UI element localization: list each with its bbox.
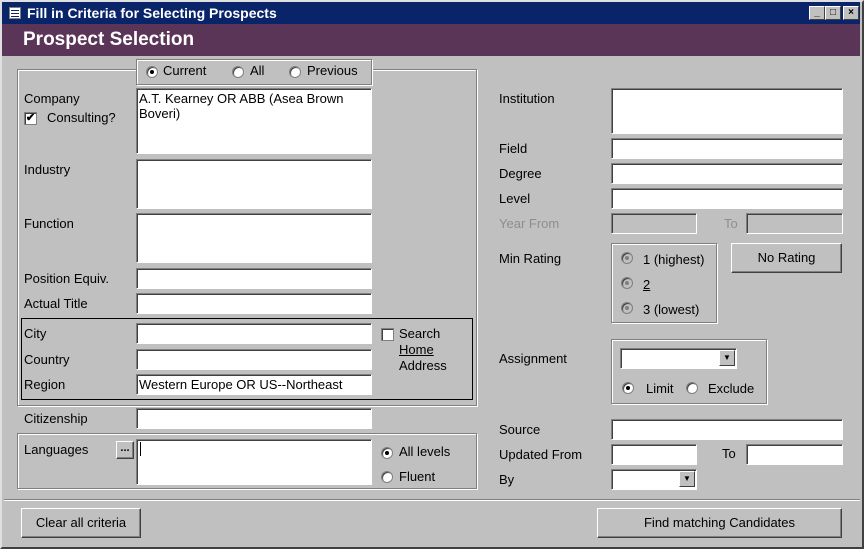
scope-all-radio[interactable] <box>232 66 244 78</box>
search-home-label-1: Search <box>399 326 441 341</box>
search-home-label-2: Home <box>399 342 434 357</box>
city-label: City <box>24 326 47 341</box>
updated-from-label: Updated From <box>499 447 583 462</box>
all-levels-label: All levels <box>399 444 451 459</box>
rating-3-label: 3 (lowest) <box>643 302 700 317</box>
company-label: Company <box>24 91 80 106</box>
min-rating-label: Min Rating <box>499 251 562 266</box>
actual-title-field[interactable] <box>136 293 372 314</box>
function-field[interactable] <box>136 213 372 263</box>
search-home-label-3: Address <box>399 358 447 373</box>
updated-to-label: To <box>722 446 736 461</box>
position-equiv-label: Position Equiv. <box>24 271 110 286</box>
rating-2-label: 2 <box>643 277 651 292</box>
by-dropdown-arrow-icon[interactable]: ▼ <box>679 471 695 487</box>
institution-label: Institution <box>499 91 555 106</box>
field-input[interactable] <box>611 138 843 159</box>
updated-from-field[interactable] <box>611 444 697 465</box>
citizenship-field[interactable] <box>136 408 372 429</box>
scope-current-radio[interactable] <box>146 66 158 78</box>
region-field[interactable]: Western Europe OR US--Northeast <box>136 374 372 395</box>
country-field[interactable] <box>136 349 372 370</box>
scope-previous-label: Previous <box>307 63 358 78</box>
languages-label: Languages <box>24 442 89 457</box>
limit-radio[interactable] <box>622 382 634 394</box>
country-label: Country <box>24 352 70 367</box>
title-bar: Fill in Criteria for Selecting Prospects <box>2 2 860 24</box>
industry-field[interactable] <box>136 159 372 209</box>
close-button[interactable]: × <box>843 6 859 20</box>
scope-previous-radio[interactable] <box>289 66 301 78</box>
year-from-field <box>611 213 697 234</box>
languages-picker-button[interactable]: ... <box>116 441 134 459</box>
restore-button[interactable]: □ <box>825 6 841 20</box>
scope-all-label: All <box>250 63 265 78</box>
no-rating-button[interactable]: No Rating <box>731 243 842 273</box>
year-to-field <box>746 213 843 234</box>
assignment-dropdown-arrow-icon[interactable]: ▼ <box>719 350 735 366</box>
consulting-checkbox[interactable]: ✔ <box>24 112 37 125</box>
rating-3-radio[interactable] <box>621 302 633 314</box>
clear-all-criteria-button[interactable]: Clear all criteria <box>21 508 141 538</box>
exclude-label: Exclude <box>708 381 755 396</box>
source-field[interactable] <box>611 419 843 440</box>
all-levels-radio[interactable] <box>381 447 393 459</box>
rating-2-radio[interactable] <box>621 277 633 289</box>
assignment-label: Assignment <box>499 351 567 366</box>
level-field[interactable] <box>611 188 843 209</box>
actual-title-label: Actual Title <box>24 296 88 311</box>
search-home-checkbox[interactable] <box>381 328 394 341</box>
fluent-label: Fluent <box>399 469 436 484</box>
industry-label: Industry <box>24 162 71 177</box>
fluent-radio[interactable] <box>381 471 393 483</box>
updated-to-field[interactable] <box>746 444 843 465</box>
degree-field[interactable] <box>611 163 843 184</box>
languages-field[interactable] <box>136 439 372 485</box>
institution-field[interactable] <box>611 88 843 134</box>
rating-1-radio[interactable] <box>621 252 633 264</box>
year-from-label: Year From <box>499 216 560 231</box>
citizenship-label: Citizenship <box>24 411 88 426</box>
field-label: Field <box>499 141 528 156</box>
exclude-radio[interactable] <box>686 382 698 394</box>
company-field[interactable]: A.T. Kearney OR ABB (Asea Brown Boveri) <box>136 88 372 154</box>
region-label: Region <box>24 377 66 392</box>
source-label: Source <box>499 422 541 437</box>
consulting-label: Consulting? <box>47 110 116 125</box>
text-cursor <box>140 442 141 456</box>
footer-divider <box>4 499 860 501</box>
degree-label: Degree <box>499 166 542 181</box>
position-equiv-field[interactable] <box>136 268 372 289</box>
page-title: Prospect Selection <box>2 24 860 56</box>
scope-current-label: Current <box>163 63 207 78</box>
window-title: Fill in Criteria for Selecting Prospects <box>27 5 277 21</box>
find-matching-candidates-button[interactable]: Find matching Candidates <box>597 508 842 538</box>
rating-1-label: 1 (highest) <box>643 252 705 267</box>
minimize-button[interactable]: _ <box>809 6 825 20</box>
app-menu-icon[interactable] <box>9 7 21 19</box>
limit-label: Limit <box>646 381 674 396</box>
function-label: Function <box>24 216 74 231</box>
level-label: Level <box>499 191 531 206</box>
by-label: By <box>499 472 515 487</box>
city-field[interactable] <box>136 323 372 344</box>
year-to-label: To <box>724 216 738 231</box>
